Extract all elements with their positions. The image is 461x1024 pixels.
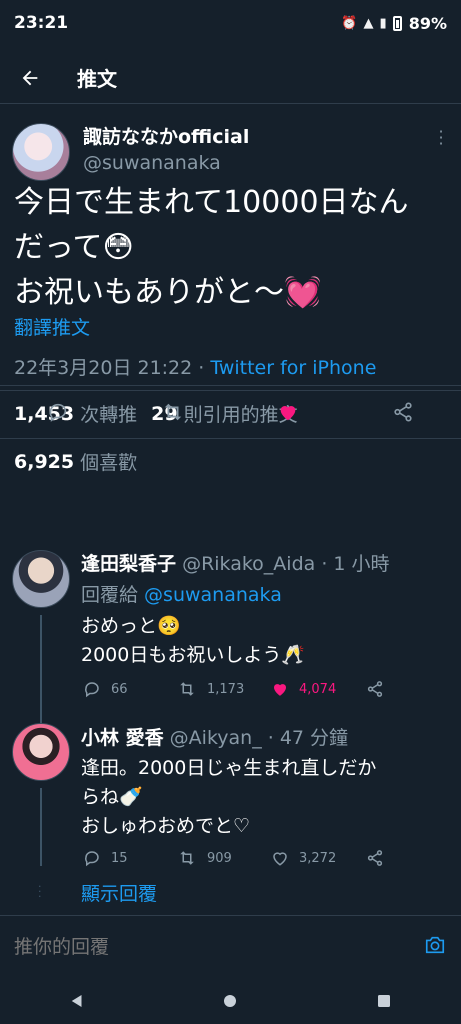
back-arrow-icon — [22, 70, 38, 85]
translate-tweet-link[interactable]: 翻譯推文 — [14, 313, 90, 340]
avatar[interactable] — [12, 723, 70, 781]
tweet-text-line: お祝いもありがと～💓 — [14, 275, 322, 310]
reply-author-name[interactable]: 逢田梨香子 — [81, 553, 176, 575]
retweet-icon — [164, 403, 182, 421]
retweet-count: 1,173 — [207, 681, 245, 697]
reply-author-handle[interactable]: @Aikyan_ — [170, 727, 262, 749]
retweet-icon — [180, 682, 194, 696]
tweet-text-line: 今日で生まれて10000日なん — [14, 185, 409, 220]
camera-button[interactable] — [423, 934, 447, 960]
reply-action-share[interactable] — [366, 680, 384, 698]
reply-button[interactable] — [36, 390, 80, 434]
reply-time: · 47 分鐘 — [261, 727, 349, 749]
heart-icon — [280, 406, 296, 421]
like-count: 3,272 — [299, 850, 337, 866]
page-title: 推文 — [77, 67, 117, 91]
thread-line — [40, 788, 42, 866]
heart-icon — [274, 684, 286, 696]
battery-icon — [392, 15, 402, 31]
tweet-meta: 22年3月20日 21:22 · Twitter for iPhone — [14, 353, 376, 380]
reply-action-retweet[interactable]: 1,173 — [177, 680, 244, 698]
battery-level: 89% — [408, 13, 447, 33]
alarm-icon: ⏰ — [341, 15, 358, 31]
camera-icon — [425, 936, 445, 953]
like-stats: 6,925 個喜歡 — [0, 438, 461, 484]
avatar[interactable] — [12, 550, 70, 608]
reply-text-line: おめっと🥺 — [81, 615, 181, 637]
tweet-action-bar — [0, 385, 461, 439]
reply-action-retweet[interactable]: 909 — [177, 849, 232, 867]
wifi-icon: ▲ — [363, 15, 374, 31]
meta-separator: · — [192, 357, 211, 379]
thread-dots: · · · — [38, 880, 42, 903]
reply-author-handle[interactable]: @Rikako_Aida — [182, 553, 315, 575]
reply-action-reply[interactable]: 15 — [83, 849, 128, 867]
author-handle[interactable]: @suwananaka — [83, 152, 221, 174]
reply-text-line: おしゅわおめでと♡ — [81, 815, 251, 837]
source-link[interactable]: Twitter for iPhone — [210, 357, 376, 379]
nav-recents-icon[interactable] — [375, 992, 393, 1010]
reply-count: 15 — [111, 850, 128, 866]
more-options-icon[interactable]: · · · — [435, 124, 447, 152]
reply-text-line: 逢田。2000日じゃ生まれ直しだか — [81, 757, 377, 779]
signal-icon: ▮ — [379, 15, 387, 31]
reply-compose-bar — [0, 915, 461, 977]
reply-icon — [85, 851, 99, 867]
share-button[interactable] — [381, 390, 425, 434]
reply-text: 逢田。2000日じゃ生まれ直しだか らね🍼 おしゅわおめでと♡ — [81, 754, 451, 841]
reply-input[interactable] — [14, 935, 394, 958]
tweet-text: 今日で生まれて10000日なん だって😳 お祝いもありがと～💓 — [14, 180, 454, 315]
reply-action-like[interactable]: 4,074 — [271, 680, 336, 698]
like-button[interactable] — [266, 390, 310, 434]
reply-count: 66 — [111, 681, 128, 697]
reply-action-share[interactable] — [366, 849, 384, 867]
like-count-label[interactable]: 個喜歡 — [80, 448, 137, 475]
reply-action-like[interactable]: 3,272 — [271, 849, 336, 867]
reply-text-line: 2000日もお祝いしよう🥂 — [81, 644, 306, 666]
heart-icon — [273, 852, 287, 866]
tweet-text-line: だって😳 — [14, 230, 134, 265]
status-time: 23:21 — [14, 13, 69, 33]
replying-to-label: 回覆給 — [81, 584, 145, 606]
like-count: 4,074 — [299, 681, 337, 697]
reply-text: おめっと🥺 2000日もお祝いしよう🥂 — [81, 612, 451, 670]
retweet-button[interactable] — [151, 390, 195, 434]
replying-to-handle[interactable]: @suwananaka — [144, 584, 282, 606]
nav-home-icon[interactable] — [221, 992, 239, 1010]
reply-author-name[interactable]: 小林 愛香 — [81, 727, 164, 749]
timestamp[interactable]: 22年3月20日 21:22 — [14, 357, 192, 379]
share-icon — [367, 850, 383, 866]
reply-header: 逢田梨香子 @Rikako_Aida · 1 小時 — [81, 549, 390, 576]
share-icon — [394, 402, 412, 422]
reply-time: · 1 小時 — [315, 553, 390, 575]
like-count[interactable]: 6,925 — [14, 451, 74, 473]
retweet-count: 909 — [207, 850, 232, 866]
reply-icon — [49, 403, 66, 422]
reply-text-line: らね🍼 — [81, 786, 143, 808]
nav-back-icon[interactable] — [68, 992, 86, 1010]
retweet-icon — [180, 851, 194, 865]
reply-action-reply[interactable]: 66 — [83, 680, 128, 698]
author-name[interactable]: 諏訪ななかofficial — [83, 122, 249, 149]
status-bar: 23:21 ⏰ ▲ ▮ 89% — [0, 0, 461, 46]
back-button[interactable] — [0, 52, 60, 104]
reply-header: 小林 愛香 @Aikyan_ · 47 分鐘 — [81, 723, 348, 750]
reply-icon — [85, 682, 99, 698]
replying-to: 回覆給 @suwananaka — [81, 580, 282, 607]
avatar[interactable] — [12, 123, 70, 181]
show-more-replies-link[interactable]: 顯示回覆 — [81, 879, 157, 906]
page-header: 推文 — [0, 52, 461, 104]
system-nav-bar — [0, 977, 461, 1024]
share-icon — [367, 681, 383, 697]
thread-line — [40, 615, 42, 725]
